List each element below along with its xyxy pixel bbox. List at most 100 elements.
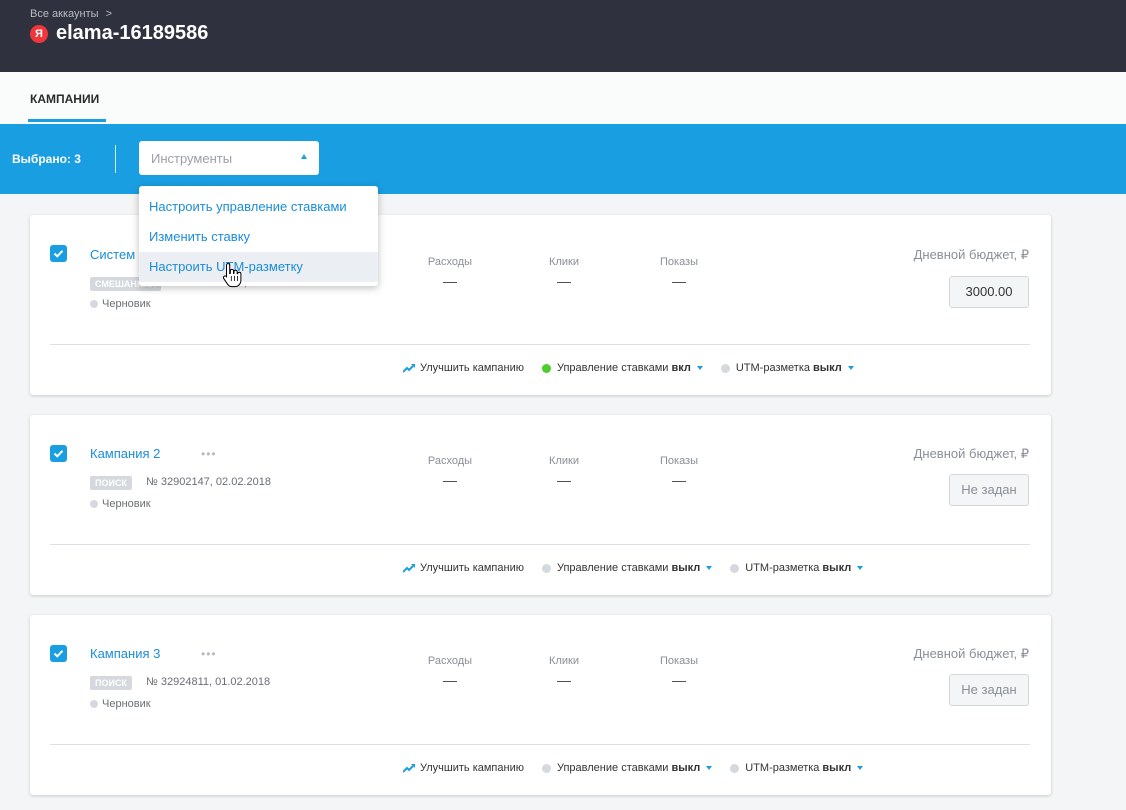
campaign-card: Кампания 3 ••• ПОИСК № 32924811, 01.02.2… xyxy=(30,615,1051,795)
bid-management-toggle[interactable]: Управление ставками выкл xyxy=(541,762,713,774)
bid-management-state: выкл xyxy=(671,762,701,774)
card-divider xyxy=(50,544,1030,545)
status-label: Черновик xyxy=(102,498,151,510)
spend-value: — xyxy=(443,472,457,488)
improve-campaign-link[interactable]: Улучшить кампанию xyxy=(403,362,524,374)
bid-management-state: выкл xyxy=(671,562,701,574)
status-off-dot xyxy=(730,563,740,573)
spend-label: Расходы xyxy=(427,455,473,467)
trend-up-icon xyxy=(403,563,415,573)
campaign-name-link[interactable]: Систем xyxy=(90,247,135,262)
card-divider xyxy=(50,344,1030,345)
chevron-right-icon: > xyxy=(105,8,113,20)
impressions-value: — xyxy=(672,672,686,688)
status-off-dot xyxy=(541,763,551,773)
yandex-icon: Я xyxy=(30,24,48,43)
campaign-checkbox[interactable] xyxy=(50,245,67,262)
clicks-value: — xyxy=(557,672,571,688)
campaign-name-link[interactable]: Кампания 3 xyxy=(90,646,160,661)
utm-label: UTM-разметка xyxy=(735,362,811,374)
breadcrumb-all-accounts[interactable]: Все аккаунты xyxy=(30,8,99,20)
utm-toggle[interactable]: UTM-разметка выкл xyxy=(720,362,854,374)
checkbox-check-icon xyxy=(53,650,64,658)
more-dots-icon[interactable]: ••• xyxy=(201,647,217,661)
trend-up-icon xyxy=(403,363,415,373)
menu-item-utm-setup[interactable]: Настроить UTM-разметку xyxy=(139,252,378,282)
impressions-value: — xyxy=(672,472,686,488)
account-title: Я elama-16189586 xyxy=(30,22,208,45)
improve-campaign-label: Улучшить кампанию xyxy=(420,762,524,774)
utm-state: выкл xyxy=(813,362,842,374)
utm-toggle[interactable]: UTM-разметка выкл xyxy=(730,562,864,574)
daily-budget-input[interactable]: 3000.00 xyxy=(949,276,1029,308)
status-dot xyxy=(90,700,98,708)
bid-management-label: Управление ставками xyxy=(556,762,669,774)
breadcrumb[interactable]: Все аккаунты > xyxy=(30,8,112,20)
caret-down-icon xyxy=(857,766,864,770)
utm-state: выкл xyxy=(822,762,852,774)
tools-menu: Настроить управление ставками Изменить с… xyxy=(139,186,378,286)
more-dots-icon[interactable]: ••• xyxy=(201,447,217,461)
utm-label: UTM-разметка xyxy=(745,562,820,574)
campaign-status: Черновик xyxy=(90,698,151,710)
impressions-label: Показы xyxy=(659,655,699,667)
spend-label: Расходы xyxy=(427,256,473,268)
spend-label: Расходы xyxy=(427,655,473,667)
status-label: Черновик xyxy=(102,298,151,310)
campaign-type-badge: ПОИСК xyxy=(90,676,132,690)
daily-budget-input[interactable]: Не задан xyxy=(949,474,1029,506)
clicks-label: Клики xyxy=(549,455,579,467)
caret-down-icon xyxy=(847,366,854,370)
account-name: elama-16189586 xyxy=(56,22,209,44)
impressions-label: Показы xyxy=(659,256,699,268)
menu-item-bid-management[interactable]: Настроить управление ставками xyxy=(139,192,378,222)
caret-down-icon xyxy=(706,766,713,770)
campaign-checkbox[interactable] xyxy=(50,445,67,462)
tools-dropdown[interactable]: Инструменты xyxy=(139,141,319,175)
selection-bar: Выбрано: 3 Инструменты xyxy=(0,124,1126,194)
menu-item-change-bid[interactable]: Изменить ставку xyxy=(139,222,378,252)
status-off-dot xyxy=(720,363,730,373)
checkbox-check-icon xyxy=(53,250,64,258)
bid-management-toggle[interactable]: Управление ставками вкл xyxy=(541,362,703,374)
campaign-type-badge: ПОИСК xyxy=(90,476,132,490)
hand-pointer-cursor-icon xyxy=(222,262,242,293)
campaign-name-link[interactable]: Кампания 2 xyxy=(90,446,160,461)
tab-bar: КАМПАНИИ xyxy=(0,72,1126,124)
daily-budget-input[interactable]: Не задан xyxy=(949,674,1029,706)
checkbox-check-icon xyxy=(53,450,64,458)
daily-budget-label: Дневной бюджет, ₽ xyxy=(913,247,1029,262)
top-header: Все аккаунты > Я elama-16189586 xyxy=(0,0,1126,72)
campaign-checkbox[interactable] xyxy=(50,645,67,662)
clicks-label: Клики xyxy=(549,256,579,268)
campaign-meta: № 32902147, 02.02.2018 xyxy=(146,476,271,488)
clicks-value: — xyxy=(557,472,571,488)
card-footer: Улучшить кампанию Управление ставками вык… xyxy=(403,562,881,574)
improve-campaign-label: Улучшить кампанию xyxy=(420,562,524,574)
card-footer: Улучшить кампанию Управление ставками вык… xyxy=(403,762,881,774)
bid-management-state: вкл xyxy=(671,362,691,374)
daily-budget-label: Дневной бюджет, ₽ xyxy=(913,646,1029,661)
campaign-status: Черновик xyxy=(90,498,151,510)
utm-toggle[interactable]: UTM-разметка выкл xyxy=(730,762,864,774)
impressions-label: Показы xyxy=(659,455,699,467)
improve-campaign-label: Улучшить кампанию xyxy=(420,362,524,374)
status-off-dot xyxy=(541,563,551,573)
caret-down-icon xyxy=(706,566,713,570)
improve-campaign-link[interactable]: Улучшить кампанию xyxy=(403,762,524,774)
caret-up-icon xyxy=(301,154,307,159)
bid-management-toggle[interactable]: Управление ставками выкл xyxy=(541,562,713,574)
impressions-value: — xyxy=(672,273,686,289)
status-dot xyxy=(90,300,98,308)
clicks-label: Клики xyxy=(549,655,579,667)
selected-count: Выбрано: 3 xyxy=(12,152,81,166)
clicks-value: — xyxy=(557,273,571,289)
tab-campaigns[interactable]: КАМПАНИИ xyxy=(30,92,99,106)
improve-campaign-link[interactable]: Улучшить кампанию xyxy=(403,562,524,574)
campaign-meta: № 32924811, 01.02.2018 xyxy=(146,676,271,688)
utm-state: выкл xyxy=(822,562,852,574)
campaign-status: Черновик xyxy=(90,298,151,310)
trend-up-icon xyxy=(403,763,415,773)
daily-budget-label: Дневной бюджет, ₽ xyxy=(913,446,1029,461)
status-off-dot xyxy=(730,763,740,773)
